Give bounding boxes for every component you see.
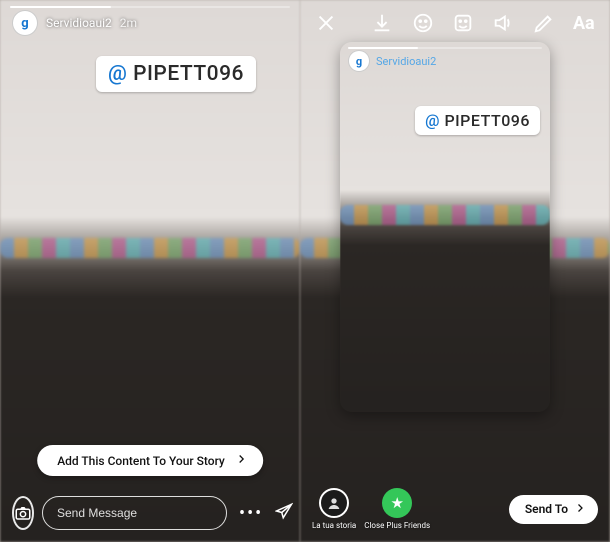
author-username[interactable]: Servidioaui2 (46, 16, 112, 30)
draw-icon (533, 12, 555, 34)
sticker-icon (452, 12, 474, 34)
send-to-button[interactable]: Send To (509, 495, 598, 524)
text-button[interactable]: Aa (572, 10, 596, 36)
mention-tag[interactable]: @ PIPETT096 (96, 56, 256, 92)
editor-toolbar: Aa (300, 0, 610, 46)
more-options-button[interactable]: ••• (235, 503, 267, 524)
close-friends-icon: ★ (382, 488, 412, 518)
your-story-avatar (319, 488, 349, 518)
story-editor: Aa g Servidioaui2 @ PIPETT096 La tua sto… (300, 0, 610, 542)
mention-at: @ (108, 62, 133, 86)
reposted-mention-handle: PIPETT096 (444, 111, 530, 130)
camera-reply-button[interactable] (12, 496, 34, 530)
draw-button[interactable] (531, 10, 555, 36)
send-to-label: Send To (525, 502, 568, 516)
close-friends-label: Close Plus Friends (364, 521, 430, 530)
chevron-right-icon (574, 502, 586, 517)
story-reply-bar: ••• (0, 486, 300, 542)
reply-input[interactable] (42, 496, 227, 530)
close-button[interactable] (314, 10, 338, 36)
mention-handle: PIPETT096 (133, 62, 244, 86)
share-button[interactable] (275, 502, 293, 524)
reposted-mention-at: @ (425, 111, 444, 130)
editor-destination-bar: La tua storia ★ Close Plus Friends Send … (300, 478, 610, 542)
story-viewer: g Servidioaui2 2m @ PIPETT096 Add This C… (0, 0, 300, 542)
author-avatar[interactable]: g (12, 10, 38, 36)
reposted-username: Servidioaui2 (376, 55, 436, 68)
person-icon (326, 495, 342, 511)
reposted-story-card[interactable]: g Servidioaui2 @ PIPETT096 (340, 42, 550, 412)
story-header: g Servidioaui2 2m (0, 0, 300, 42)
face-filter-icon (412, 12, 434, 34)
camera-icon (14, 504, 32, 522)
close-friends-destination[interactable]: ★ Close Plus Friends (364, 488, 430, 530)
sound-toggle[interactable] (491, 10, 515, 36)
reposted-mention-tag[interactable]: @ PIPETT096 (415, 106, 540, 135)
close-icon (315, 12, 337, 34)
story-age: 2m (120, 16, 137, 30)
sticker-button[interactable] (451, 10, 475, 36)
face-filter-button[interactable] (411, 10, 435, 36)
add-to-story-label: Add This Content To Your Story (57, 454, 225, 468)
your-story-label: La tua storia (312, 521, 356, 530)
save-button[interactable] (370, 10, 394, 36)
reposted-header: g Servidioaui2 (340, 42, 550, 76)
sound-on-icon (492, 12, 514, 34)
send-icon (275, 502, 293, 520)
your-story-destination[interactable]: La tua storia (312, 488, 356, 530)
chevron-right-icon (235, 453, 247, 468)
reposted-avatar: g (348, 50, 370, 72)
download-icon (371, 12, 393, 34)
add-to-story-button[interactable]: Add This Content To Your Story (37, 445, 263, 476)
text-icon: Aa (573, 13, 595, 34)
reposted-story-media (340, 42, 550, 412)
